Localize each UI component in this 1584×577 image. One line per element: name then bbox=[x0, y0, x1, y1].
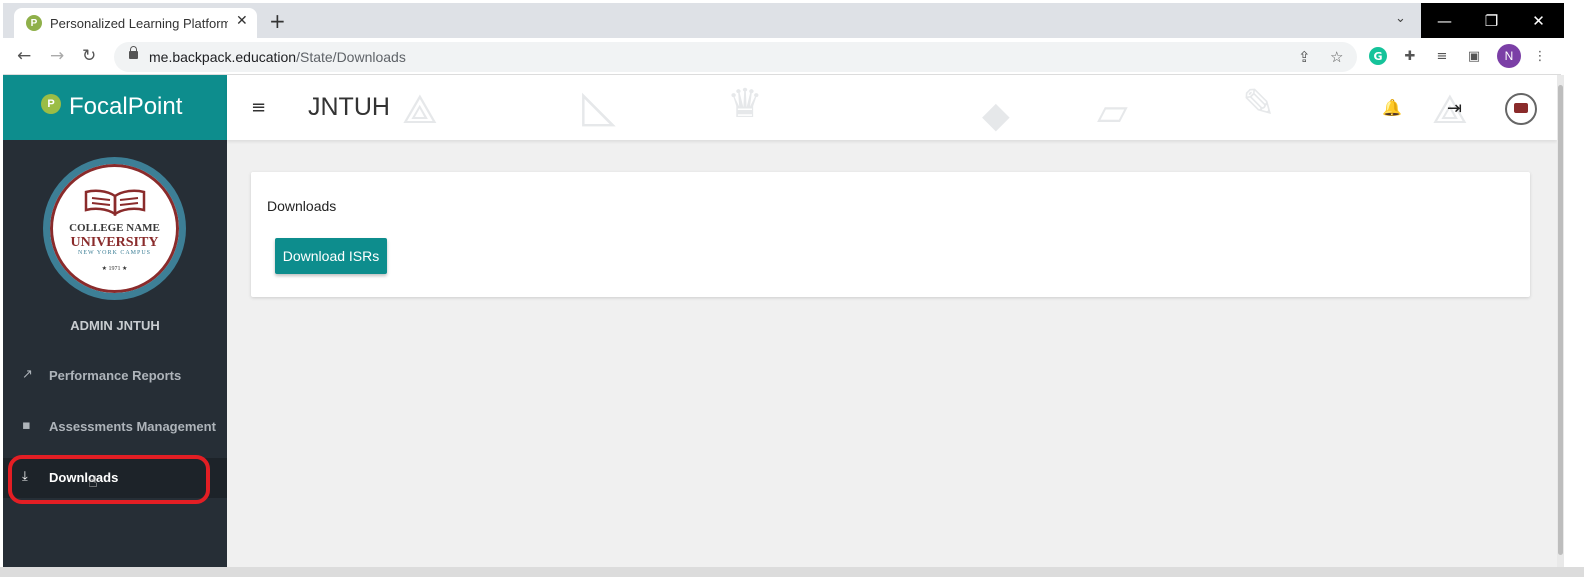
highlight-annotation bbox=[8, 455, 210, 504]
sidebar-item-assessments-management[interactable]: ▪ Assessments Management bbox=[3, 407, 227, 447]
bookmark-star-icon[interactable]: ☆ bbox=[1330, 48, 1343, 66]
university-line-4: ★ 1971 ★ bbox=[101, 266, 128, 272]
trophy-decor-icon: ♛ bbox=[727, 81, 763, 127]
pencil-decor-icon: ✎ bbox=[1242, 81, 1276, 127]
browser-tab[interactable]: P Personalized Learning Platform | ✕ bbox=[14, 8, 257, 38]
downloads-card: Downloads Download ISRs bbox=[251, 172, 1530, 297]
hamburger-menu-icon[interactable]: ≡ bbox=[251, 97, 266, 118]
profile-avatar[interactable]: N bbox=[1497, 44, 1521, 68]
browser-toolbar: ← → ↻ me.backpack.education/State/Downlo… bbox=[3, 38, 1561, 75]
grad-cap-decor-icon: ◆ bbox=[982, 95, 1010, 136]
restore-button[interactable]: ❐ bbox=[1468, 3, 1515, 38]
sidebar-item-performance-reports[interactable]: ↗ Performance Reports bbox=[3, 356, 227, 396]
url-text: me.backpack.education/State/Downloads bbox=[149, 49, 406, 65]
sidebar: P FocalPoint COLLEGE NAME UNIVERSITY NEW… bbox=[3, 75, 227, 567]
close-window-button[interactable]: ✕ bbox=[1515, 3, 1562, 38]
window-controls: — ❐ ✕ bbox=[1421, 3, 1564, 38]
trending-up-icon: ↗ bbox=[22, 367, 33, 382]
focalpoint-logo-icon: P bbox=[41, 94, 61, 114]
brand-name: FocalPoint bbox=[69, 93, 183, 120]
admin-name: ADMIN JNTUH bbox=[70, 318, 160, 333]
brand-bar[interactable]: P FocalPoint bbox=[3, 75, 227, 140]
card-title: Downloads bbox=[267, 198, 337, 214]
ruler-decor-icon: ▱ bbox=[1097, 89, 1128, 135]
favicon-icon: P bbox=[26, 15, 42, 31]
window-bottom-edge bbox=[0, 567, 1584, 577]
chart-box-icon: ▪ bbox=[22, 418, 31, 433]
address-bar[interactable]: me.backpack.education/State/Downloads ⇪ … bbox=[114, 42, 1357, 72]
tab-search-icon[interactable]: ⌄ bbox=[1395, 11, 1406, 26]
lock-icon bbox=[129, 46, 138, 59]
browser-window: P Personalized Learning Platform | ✕ + ⌄… bbox=[0, 0, 1584, 577]
media-control-icon[interactable]: ≡ bbox=[1433, 47, 1451, 65]
browser-menu-icon[interactable]: ⋮ bbox=[1531, 47, 1549, 65]
top-header: ⟁ ◺ ♛ ◆ ▱ ✎ ⟁ ≡ JNTUH 🔔 ⇥ bbox=[227, 75, 1557, 140]
minimize-button[interactable]: — bbox=[1421, 3, 1468, 38]
open-book-icon bbox=[84, 189, 146, 216]
set-square-decor-icon: ◺ bbox=[582, 81, 616, 132]
side-panel-icon[interactable]: ▣ bbox=[1465, 47, 1483, 65]
extensions-icon[interactable]: ✚ bbox=[1401, 47, 1419, 65]
app-root: P FocalPoint COLLEGE NAME UNIVERSITY NEW… bbox=[3, 75, 1557, 567]
tab-title: Personalized Learning Platform | bbox=[50, 16, 228, 31]
hand-cursor-icon: ☝ bbox=[88, 472, 98, 491]
university-logo: COLLEGE NAME UNIVERSITY NEW YORK CAMPUS … bbox=[43, 157, 186, 300]
bell-icon[interactable]: 🔔 bbox=[1382, 98, 1402, 117]
share-icon[interactable]: ⇪ bbox=[1298, 48, 1311, 66]
sidebar-item-label: Performance Reports bbox=[49, 368, 182, 383]
page-title: JNTUH bbox=[308, 93, 390, 121]
logout-icon[interactable]: ⇥ bbox=[1447, 98, 1462, 119]
grammarly-icon[interactable]: G bbox=[1369, 47, 1387, 65]
university-line-2: UNIVERSITY bbox=[70, 235, 159, 250]
sidebar-item-label: Assessments Management bbox=[49, 419, 216, 434]
new-tab-button[interactable]: + bbox=[269, 9, 286, 33]
university-line-3: NEW YORK CAMPUS bbox=[77, 250, 151, 256]
reload-button[interactable]: ↻ bbox=[82, 46, 96, 66]
back-button[interactable]: ← bbox=[17, 46, 31, 66]
page-scrollbar[interactable] bbox=[1557, 75, 1564, 567]
tab-strip: P Personalized Learning Platform | ✕ + ⌄ bbox=[3, 3, 1421, 38]
compass-decor-icon: ⟁ bbox=[402, 87, 438, 133]
university-line-1: COLLEGE NAME bbox=[69, 222, 160, 234]
user-avatar[interactable] bbox=[1505, 93, 1537, 125]
scrollbar-thumb[interactable] bbox=[1558, 85, 1563, 555]
tab-close-icon[interactable]: ✕ bbox=[236, 13, 248, 29]
forward-button[interactable]: → bbox=[50, 46, 64, 66]
download-isrs-button[interactable]: Download ISRs bbox=[275, 238, 387, 274]
